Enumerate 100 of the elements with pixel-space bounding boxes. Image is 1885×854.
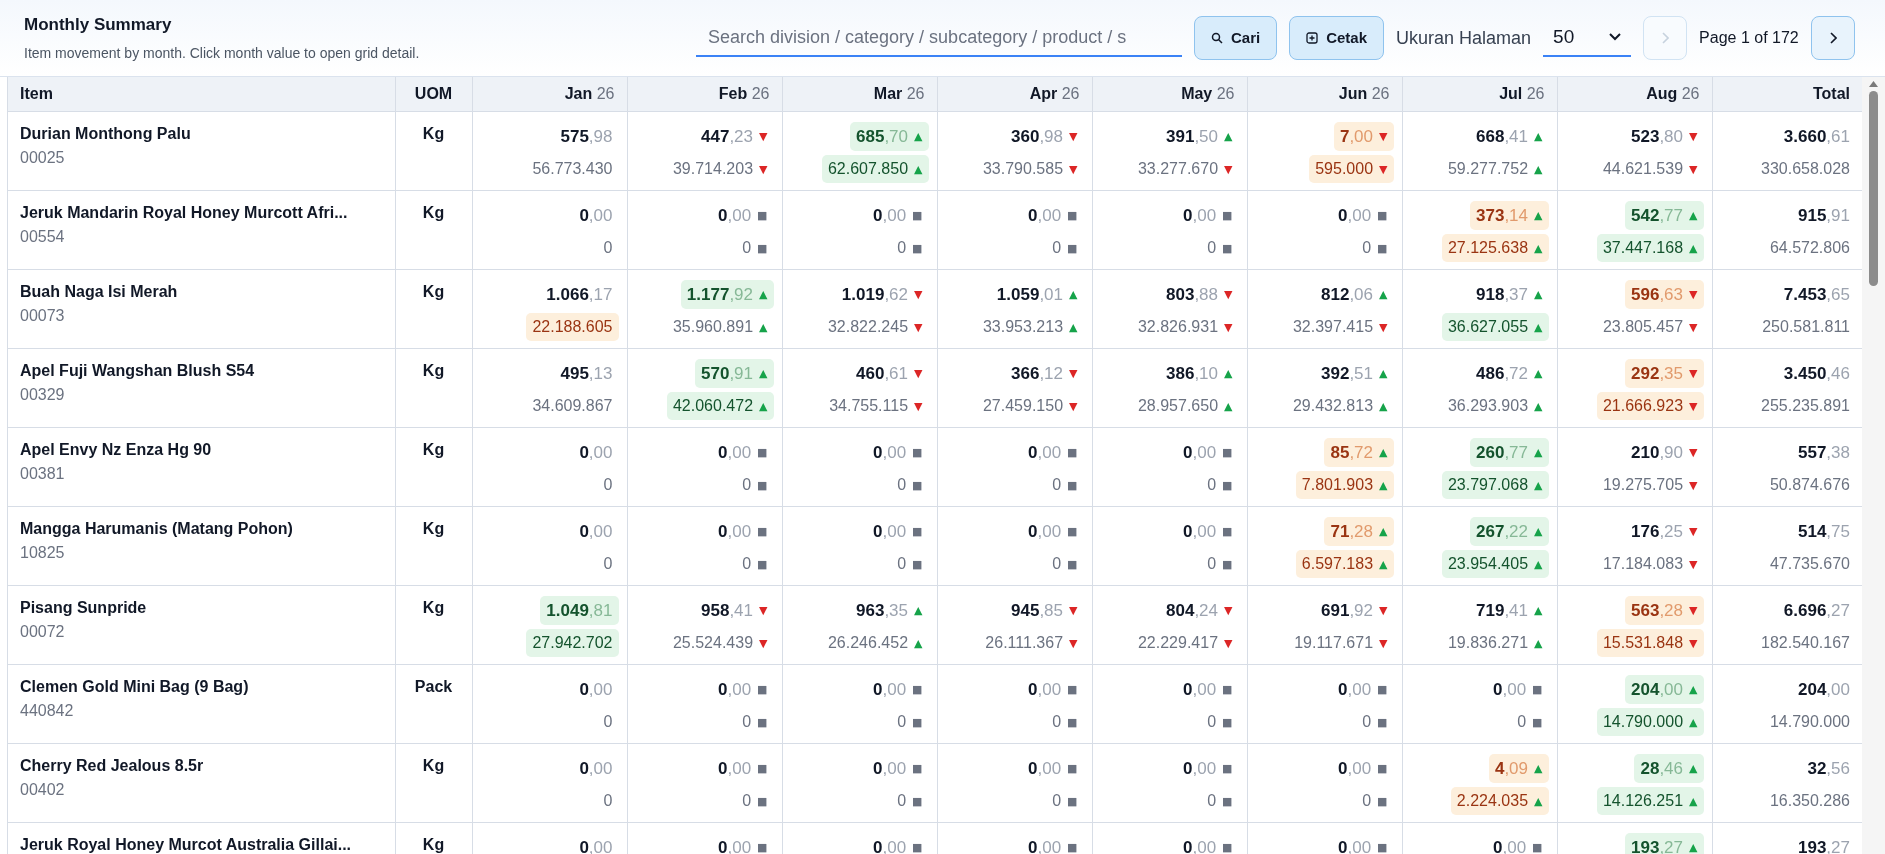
quantity-value[interactable]: 386,10 <box>1166 360 1219 386</box>
trend-marker: ■ <box>757 209 768 221</box>
quantity-value[interactable]: 0,00 <box>873 202 907 228</box>
quantity-value[interactable]: 523,80 <box>1631 123 1684 149</box>
search-field[interactable]: Search division / category / subcategory / product / s <box>696 19 1182 57</box>
quantity-value[interactable]: 0,00 <box>873 518 907 544</box>
quantity-value[interactable]: 1.066,17 <box>546 281 613 307</box>
quantity-value[interactable]: 292,35 <box>1631 360 1684 386</box>
trend-marker: ■ <box>1222 525 1233 537</box>
quantity-value[interactable]: 0,00 <box>1183 518 1217 544</box>
quantity-value[interactable]: 0,00 <box>718 202 752 228</box>
quantity-value[interactable]: 71,28 <box>1330 518 1374 544</box>
quantity-value[interactable]: 0,00 <box>1028 676 1062 702</box>
quantity-value[interactable]: 0,00 <box>1183 676 1217 702</box>
quantity-value[interactable]: 596,63 <box>1631 281 1684 307</box>
quantity-value[interactable]: 210,90 <box>1631 439 1684 465</box>
quantity-value[interactable]: 0,00 <box>1183 202 1217 228</box>
quantity-value[interactable]: 204,00 <box>1631 676 1684 702</box>
quantity-value[interactable]: 0,00 <box>1028 202 1062 228</box>
quantity-value[interactable]: 0,00 <box>579 518 613 544</box>
quantity-value[interactable]: 360,98 <box>1011 123 1064 149</box>
quantity-value[interactable]: 0,00 <box>718 518 752 544</box>
scrollbar-thumb[interactable] <box>1869 91 1878 286</box>
print-button[interactable]: Cetak <box>1289 16 1385 60</box>
quantity-value[interactable]: 668,41 <box>1476 123 1529 149</box>
quantity-value[interactable]: 1.049,81 <box>546 597 613 623</box>
quantity-value[interactable]: 0,00 <box>1183 755 1217 781</box>
quantity-value[interactable]: 28,46 <box>1640 755 1684 781</box>
next-page-button[interactable] <box>1810 16 1855 60</box>
quantity-value[interactable]: 0,00 <box>873 676 907 702</box>
quantity-value[interactable]: 0,00 <box>579 676 613 702</box>
quantity-value[interactable]: 0,00 <box>1493 676 1527 702</box>
trend-marker: ▲ <box>759 367 768 379</box>
quantity-value[interactable]: 1.059,01 <box>996 281 1064 307</box>
quantity-value[interactable]: 719,41 <box>1476 597 1529 623</box>
trend-marker: ▲ <box>759 400 768 412</box>
quantity-value[interactable]: 804,24 <box>1166 597 1219 623</box>
quantity-value[interactable]: 447,23 <box>701 123 754 149</box>
quantity-value[interactable]: 373,14 <box>1476 202 1529 228</box>
quantity-value[interactable]: 0,00 <box>579 439 613 465</box>
quantity-value[interactable]: 691,92 <box>1321 597 1374 623</box>
quantity-value[interactable]: 0,00 <box>873 834 907 854</box>
quantity-value[interactable]: 392,51 <box>1321 360 1374 386</box>
quantity-value[interactable]: 391,50 <box>1166 123 1219 149</box>
quantity-value[interactable]: 260,77 <box>1476 439 1529 465</box>
scrollbar[interactable] <box>1862 77 1885 854</box>
quantity-value[interactable]: 0,00 <box>579 202 613 228</box>
quantity-value[interactable]: 563,28 <box>1631 597 1684 623</box>
trend-marker: ▼ <box>1224 288 1233 300</box>
quantity-value[interactable]: 0,00 <box>1338 202 1372 228</box>
quantity-value[interactable]: 0,00 <box>718 676 752 702</box>
quantity-value[interactable]: 4,09 <box>1494 755 1529 781</box>
quantity-value[interactable]: 685,70 <box>856 123 909 149</box>
quantity-value[interactable]: 0,00 <box>1183 834 1217 854</box>
quantity-value[interactable]: 1.177,92 <box>686 281 754 307</box>
quantity-value[interactable]: 0,00 <box>1028 439 1062 465</box>
trend-marker: ▼ <box>1689 479 1698 491</box>
quantity-value[interactable]: 958,41 <box>701 597 754 623</box>
quantity-value[interactable]: 0,00 <box>718 755 752 781</box>
quantity-value[interactable]: 812,06 <box>1321 281 1374 307</box>
quantity-value[interactable]: 0,00 <box>718 834 752 854</box>
quantity-value[interactable]: 176,25 <box>1631 518 1684 544</box>
trend-marker: ▼ <box>1689 525 1698 537</box>
amount-value: 35.960.891 <box>672 317 754 337</box>
quantity-value[interactable]: 495,13 <box>560 360 613 386</box>
amount-value: 0 <box>742 238 752 258</box>
quantity-value[interactable]: 0,00 <box>873 439 907 465</box>
quantity-value[interactable]: 0,00 <box>1338 676 1372 702</box>
quantity-value[interactable]: 575,98 <box>560 123 613 149</box>
quantity-value[interactable]: 193,27 <box>1631 834 1684 854</box>
trend-marker: ▲ <box>1069 321 1078 333</box>
quantity-value[interactable]: 0,00 <box>1183 439 1217 465</box>
quantity-value[interactable]: 7,00 <box>1339 123 1374 149</box>
quantity-value[interactable]: 0,00 <box>1028 518 1062 544</box>
trend-marker: ▼ <box>914 400 923 412</box>
quantity-value[interactable]: 1.019,62 <box>841 281 909 307</box>
quantity-value[interactable]: 0,00 <box>579 834 613 854</box>
page-size-select[interactable]: 50 <box>1543 19 1632 57</box>
quantity-value[interactable]: 0,00 <box>873 755 907 781</box>
quantity-value[interactable]: 945,85 <box>1011 597 1064 623</box>
quantity-value[interactable]: 0,00 <box>1028 755 1062 781</box>
quantity-value[interactable]: 542,77 <box>1631 202 1684 228</box>
item-name: Mangga Harumanis (Matang Pohon) <box>20 518 294 539</box>
quantity-value[interactable]: 486,72 <box>1476 360 1529 386</box>
quantity-value[interactable]: 570,91 <box>701 360 754 386</box>
page-info: Page 1 of 172 <box>1699 28 1799 48</box>
quantity-value[interactable]: 0,00 <box>579 755 613 781</box>
quantity-value[interactable]: 963,35 <box>856 597 909 623</box>
quantity-value[interactable]: 0,00 <box>718 439 752 465</box>
quantity-value[interactable]: 85,72 <box>1330 439 1374 465</box>
quantity-value[interactable]: 918,37 <box>1476 281 1529 307</box>
quantity-value[interactable]: 366,12 <box>1011 360 1064 386</box>
search-button[interactable]: Cari <box>1194 16 1278 60</box>
quantity-value[interactable]: 0,00 <box>1028 834 1062 854</box>
quantity-value[interactable]: 0,00 <box>1338 755 1372 781</box>
quantity-value[interactable]: 0,00 <box>1338 834 1372 854</box>
quantity-value[interactable]: 460,61 <box>856 360 909 386</box>
quantity-value[interactable]: 267,22 <box>1476 518 1529 544</box>
quantity-value[interactable]: 803,88 <box>1166 281 1219 307</box>
quantity-value[interactable]: 0,00 <box>1493 834 1527 854</box>
